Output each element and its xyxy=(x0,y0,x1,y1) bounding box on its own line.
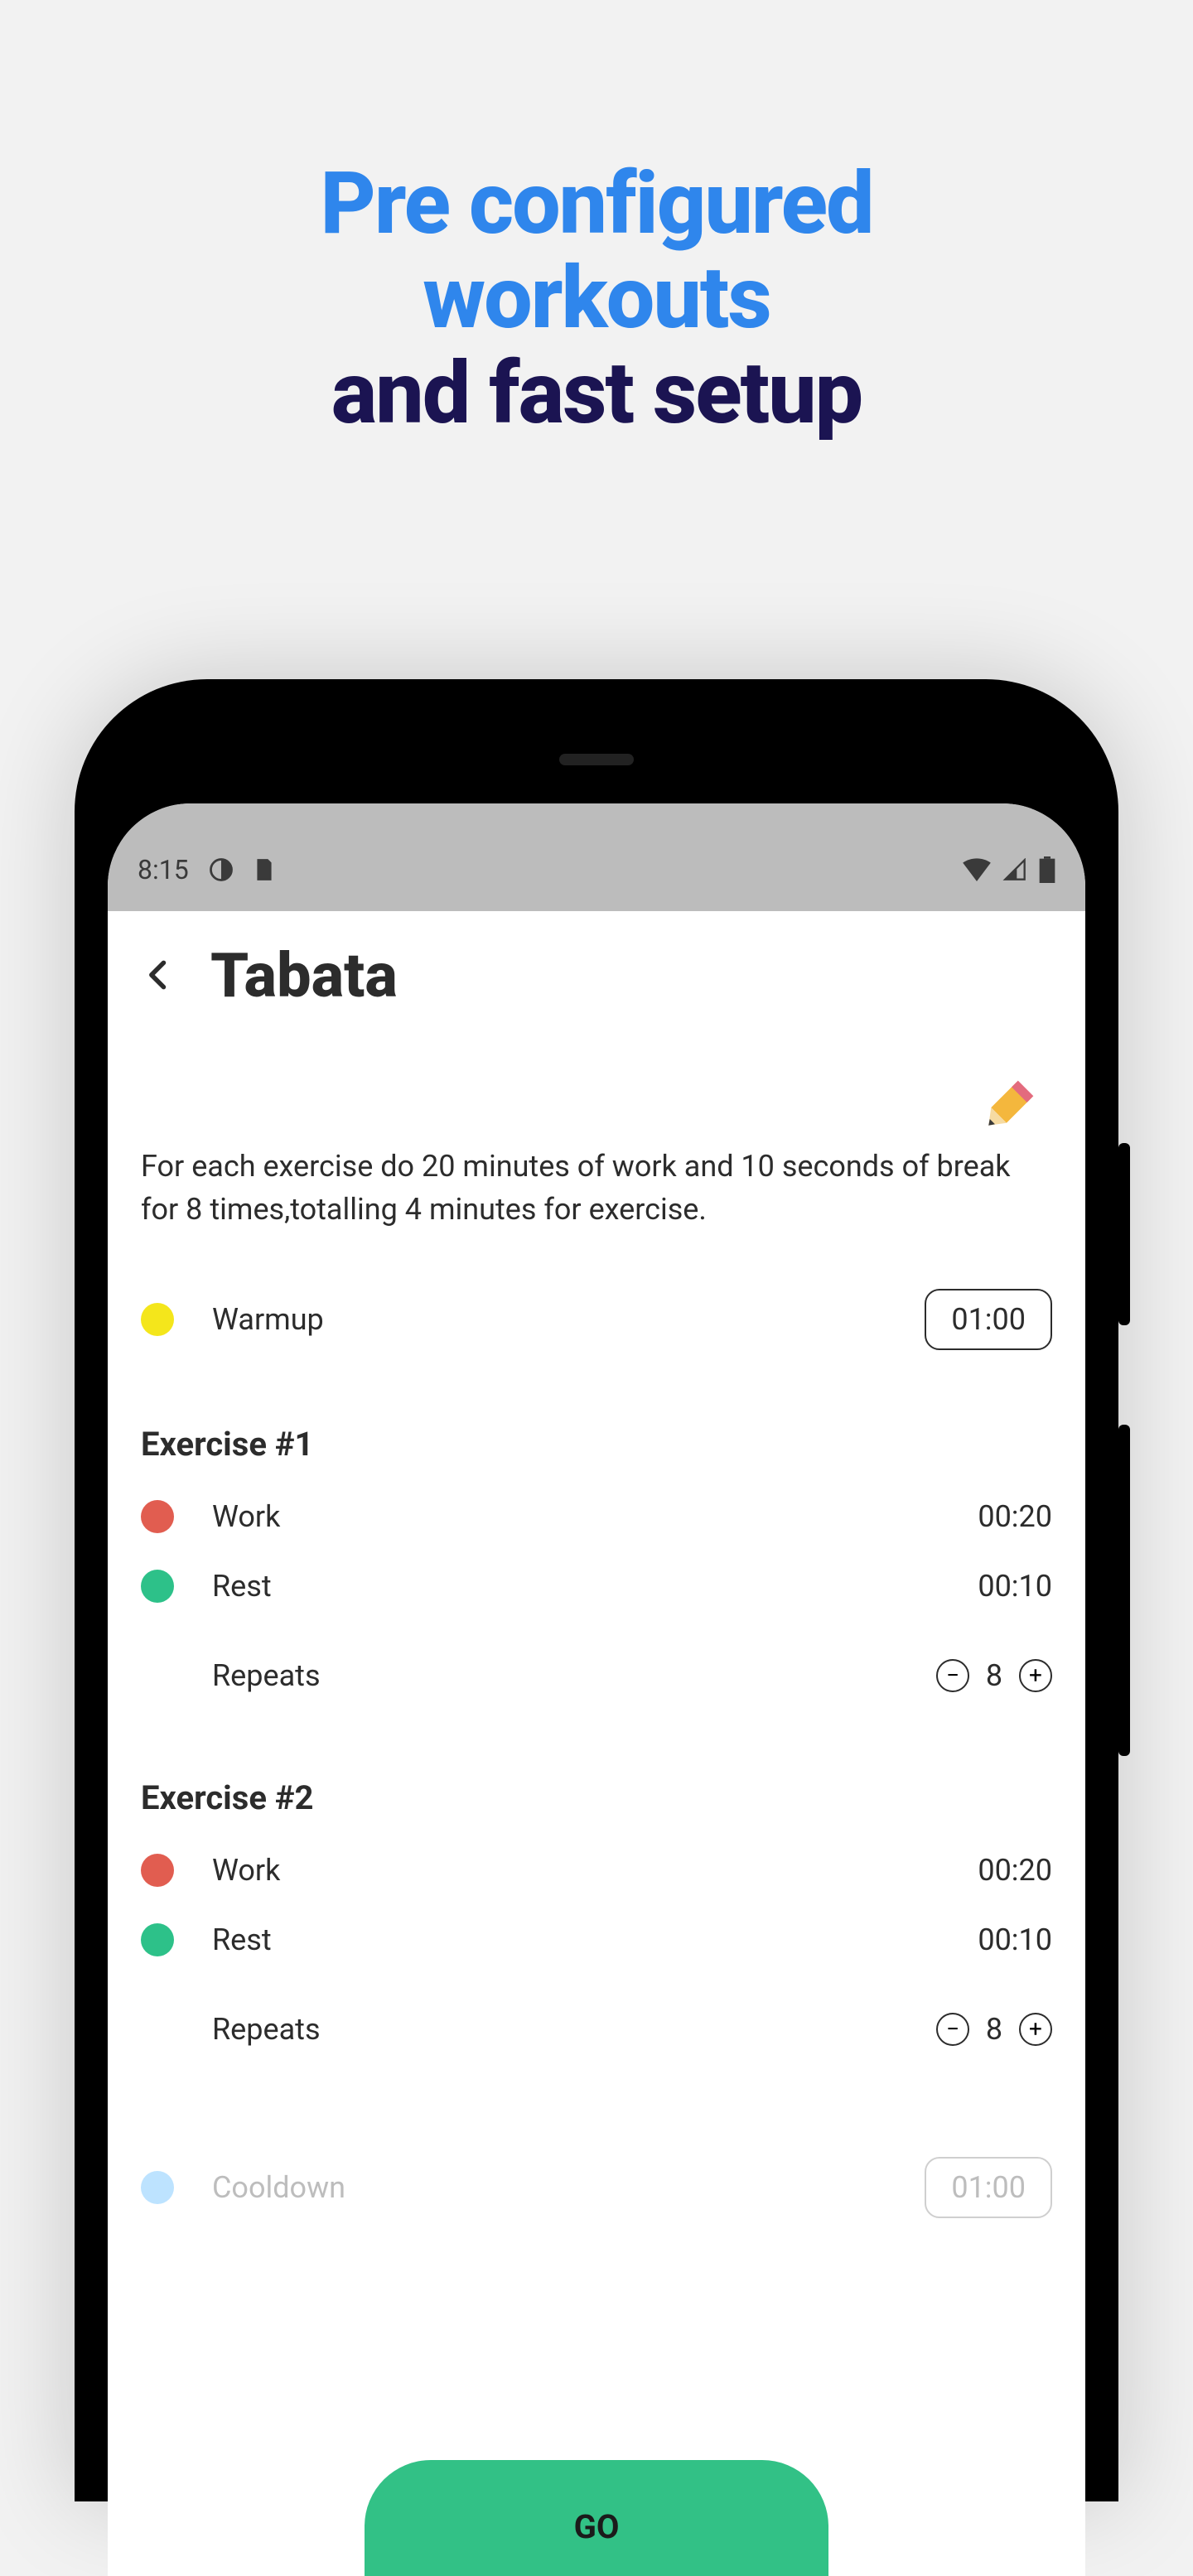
exercise-1-repeats-decrement[interactable]: − xyxy=(936,1659,969,1692)
hero-line-1b: workouts xyxy=(0,252,1193,346)
go-button-label: GO xyxy=(574,2507,620,2546)
exercise-2-work-time[interactable]: 00:20 xyxy=(978,1853,1052,1888)
exercise-1-work-row: Work 00:20 xyxy=(141,1488,1052,1545)
workout-description: For each exercise do 20 minutes of work … xyxy=(141,1145,1052,1231)
exercise-2-title: Exercise #2 xyxy=(141,1778,1052,1817)
exercise-2-repeats-decrement[interactable]: − xyxy=(936,2013,969,2046)
back-button[interactable] xyxy=(141,957,177,996)
work-dot-icon xyxy=(141,1500,174,1533)
warmup-dot-icon xyxy=(141,1303,174,1336)
hero-headline: Pre configured workouts and fast setup xyxy=(0,157,1193,441)
exercise-1-repeats-stepper: − 8 + xyxy=(936,1658,1052,1693)
exercise-2-repeats-increment[interactable]: + xyxy=(1019,2013,1052,2046)
go-button[interactable]: GO xyxy=(365,2460,828,2576)
status-time: 8:15 xyxy=(138,854,189,885)
exercise-2-work-row: Work 00:20 xyxy=(141,1842,1052,1898)
phone-frame: 8:15 xyxy=(75,679,1118,2501)
exercise-2-rest-label: Rest xyxy=(212,1922,978,1957)
signal-icon xyxy=(1002,858,1027,881)
rest-dot-icon xyxy=(141,1923,174,1956)
exercise-1-rest-label: Rest xyxy=(212,1569,978,1604)
hero-line-2: and fast setup xyxy=(0,347,1193,441)
cooldown-dot-icon xyxy=(141,2171,174,2204)
contrast-icon xyxy=(209,857,234,882)
exercise-1-title: Exercise #1 xyxy=(141,1425,1052,1464)
exercise-1-work-time[interactable]: 00:20 xyxy=(978,1499,1052,1534)
edit-button[interactable] xyxy=(964,1065,1049,1150)
exercise-2-repeats-row: Repeats − 8 + xyxy=(141,2001,1052,2057)
warmup-label: Warmup xyxy=(212,1302,925,1337)
exercise-1-rest-time[interactable]: 00:10 xyxy=(978,1569,1052,1604)
exercise-2-repeats-label: Repeats xyxy=(212,2012,936,2047)
work-dot-icon xyxy=(141,1854,174,1887)
cooldown-row: Cooldown 01:00 xyxy=(141,2157,1052,2218)
sd-card-icon xyxy=(254,857,275,882)
phone-side-button-1 xyxy=(1118,1143,1130,1325)
page-title: Tabata xyxy=(210,940,398,1012)
phone-screen: 8:15 xyxy=(108,803,1085,2576)
exercise-2-repeats-stepper: − 8 + xyxy=(936,2012,1052,2047)
wifi-icon xyxy=(963,858,991,881)
phone-side-button-2 xyxy=(1118,1425,1130,1756)
hero-line-1a: Pre configured xyxy=(0,157,1193,252)
app-content: Tabata For each exercise do 20 minutes o… xyxy=(108,911,1085,2576)
exercise-2-rest-time[interactable]: 00:10 xyxy=(978,1922,1052,1957)
exercise-1-repeats-increment[interactable]: + xyxy=(1019,1659,1052,1692)
exercise-1-work-label: Work xyxy=(212,1499,978,1534)
exercise-1-rest-row: Rest 00:10 xyxy=(141,1558,1052,1614)
rest-dot-icon xyxy=(141,1570,174,1603)
warmup-time-field[interactable]: 01:00 xyxy=(925,1289,1052,1350)
exercise-1-repeats-row: Repeats − 8 + xyxy=(141,1647,1052,1704)
exercise-2-repeats-count: 8 xyxy=(984,2012,1004,2047)
phone-speaker xyxy=(559,754,634,765)
exercise-1-repeats-label: Repeats xyxy=(212,1658,936,1693)
status-bar: 8:15 xyxy=(108,803,1085,911)
title-bar: Tabata xyxy=(141,940,1052,1012)
warmup-row: Warmup 01:00 xyxy=(141,1289,1052,1350)
battery-icon xyxy=(1039,856,1055,883)
exercise-1-repeats-count: 8 xyxy=(984,1658,1004,1693)
exercise-2-work-label: Work xyxy=(212,1853,978,1888)
cooldown-label: Cooldown xyxy=(212,2170,925,2205)
exercise-2-rest-row: Rest 00:10 xyxy=(141,1912,1052,1968)
cooldown-time-field[interactable]: 01:00 xyxy=(925,2157,1052,2218)
